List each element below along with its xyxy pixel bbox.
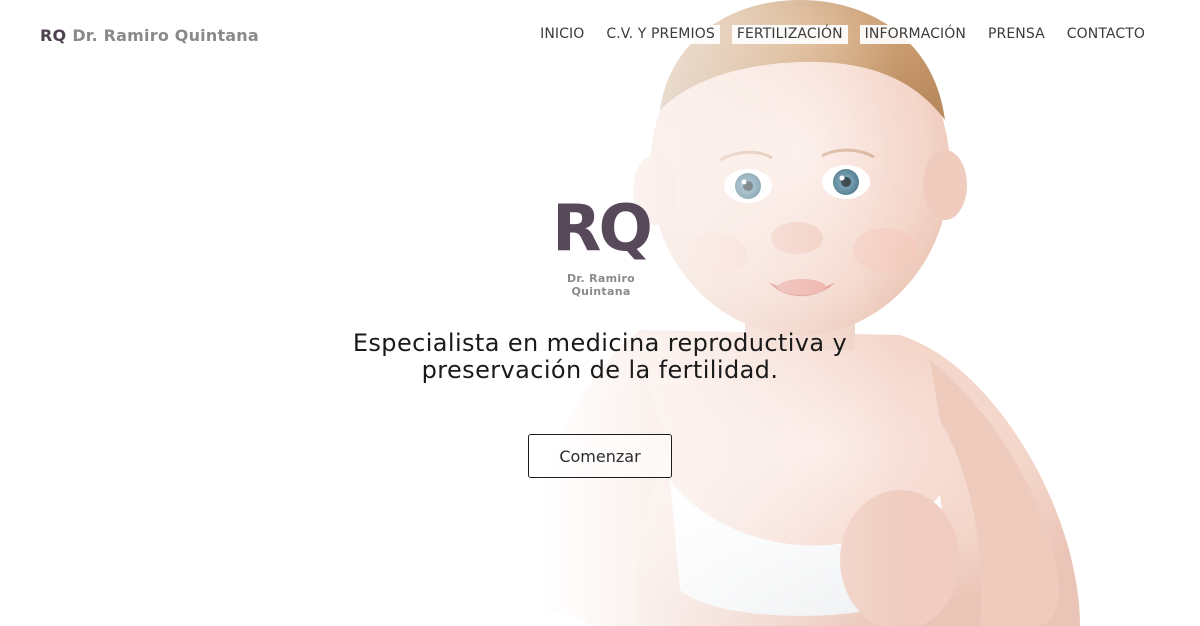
baby-photo-illustration: [0, 0, 1200, 626]
hero-logo-monogram: RQ: [552, 192, 653, 266]
hero-logo-subtitle: Dr. Ramiro Quintana: [566, 272, 636, 298]
hero-logo: RQ Dr. Ramiro Quintana: [536, 190, 666, 300]
hero-background-image: [0, 0, 1200, 626]
hero-headline: Especialista en medicina reproductiva y …: [300, 330, 900, 384]
nav-item-inicio[interactable]: INICIO: [535, 25, 589, 44]
landing-page: RQ Dr. Ramiro Quintana INICIO C.V. Y PRE…: [0, 0, 1200, 626]
nav-item-fertilizacion[interactable]: FERTILIZACIÓN: [731, 25, 848, 44]
brand-monogram: RQ: [40, 26, 67, 45]
hero-headline-line-1: Especialista en medicina reproductiva y: [352, 329, 848, 357]
site-header: RQ Dr. Ramiro Quintana INICIO C.V. Y PRE…: [0, 0, 1200, 70]
nav-item-contacto[interactable]: CONTACTO: [1062, 25, 1150, 44]
brand-logo[interactable]: RQ Dr. Ramiro Quintana: [40, 26, 259, 45]
nav-item-informacion[interactable]: INFORMACIÓN: [859, 25, 971, 44]
nav-item-cv-premios[interactable]: C.V. Y PREMIOS: [601, 25, 720, 44]
main-nav: INICIO C.V. Y PREMIOS FERTILIZACIÓN INFO…: [535, 25, 1150, 44]
nav-item-prensa[interactable]: PRENSA: [983, 25, 1050, 44]
comenzar-button[interactable]: Comenzar: [528, 434, 672, 478]
hero-headline-line-2: preservación de la fertilidad.: [421, 356, 779, 384]
brand-name: Dr. Ramiro Quintana: [72, 26, 259, 45]
